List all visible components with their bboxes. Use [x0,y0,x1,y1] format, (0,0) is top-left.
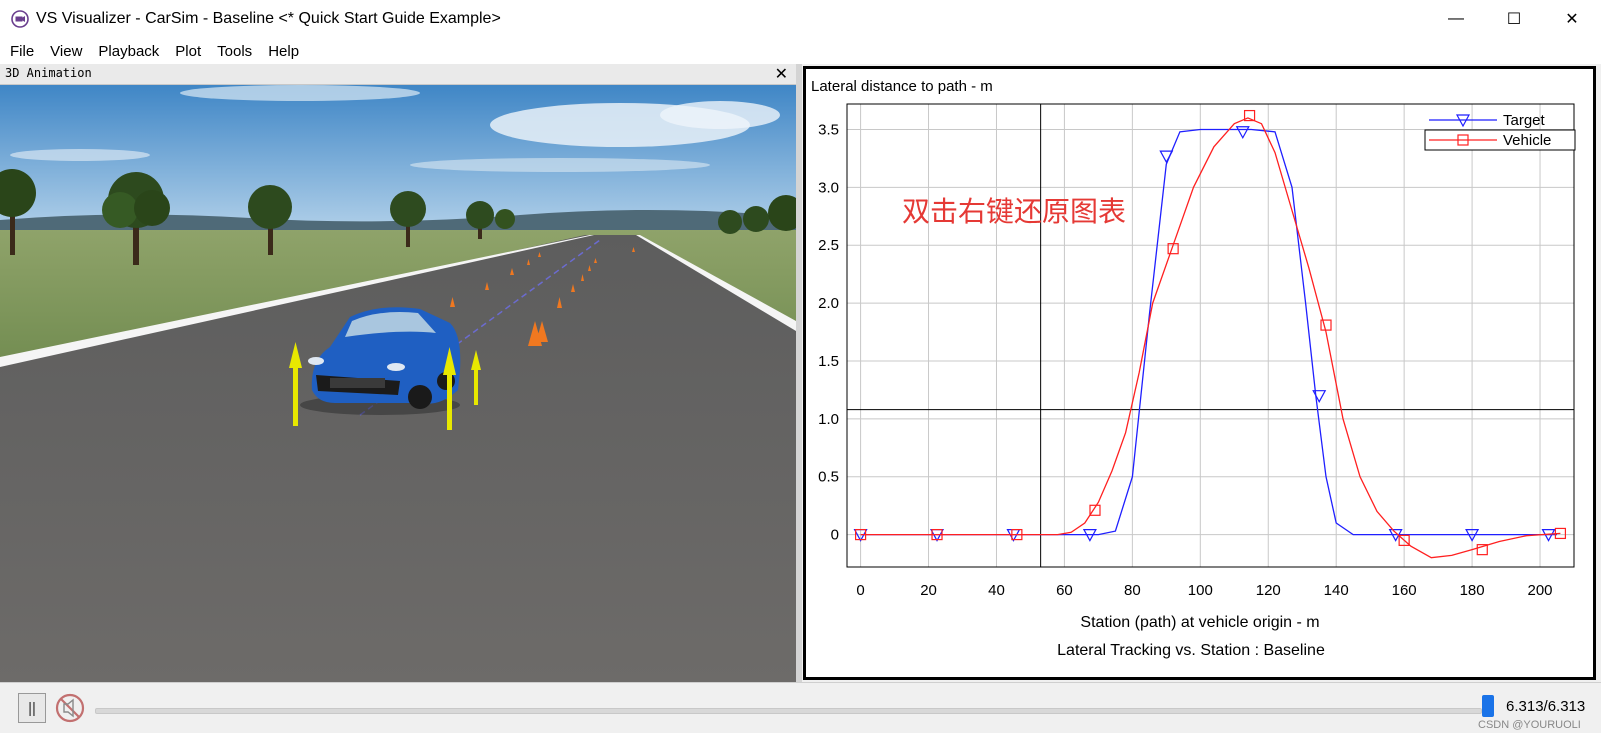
chart-legend[interactable]: Target Vehicle [1424,112,1576,151]
pane-splitter[interactable] [796,64,802,682]
x-tick-labels: 0 20 40 60 80 100 120 140 160 180 200 [856,582,1552,599]
window-title: VS Visualizer - CarSim - Baseline <* Qui… [36,10,501,27]
minimize-button[interactable]: — [1427,0,1485,38]
visualizer-app-icon [10,9,30,29]
y-tick-label: 1.5 [818,353,839,370]
chart-series [853,109,1567,559]
legend-label: Target [1503,112,1546,129]
menu-playback[interactable]: Playback [98,43,159,60]
chart-grid [847,104,1574,567]
x-tick-label: 120 [1256,582,1281,599]
mute-icon [55,693,85,723]
y-tick-label: 3.0 [818,179,839,196]
x-axis-label: Station (path) at vehicle origin - m [1080,614,1319,631]
chart-annotation: 双击右键还原图表 [902,195,1126,228]
y-tick-label: 2.5 [818,237,839,254]
time-readout: 6.313/6.313 [1506,698,1586,715]
mute-button[interactable] [54,692,86,724]
y-tick-label: 1.0 [818,411,839,428]
x-tick-label: 60 [1056,582,1073,599]
menu-plot[interactable]: Plot [175,43,201,60]
y-tick-label: 0 [831,527,839,544]
menu-view[interactable]: View [50,43,82,60]
playback-slider-thumb[interactable] [1482,695,1494,717]
series-vehicle [854,109,1567,559]
series-target [853,126,1557,542]
playback-track[interactable] [95,708,1482,714]
y-tick-labels: 0 0.5 1.0 1.5 2.0 2.5 3.0 3.5 [818,121,839,543]
x-tick-label: 40 [988,582,1005,599]
series-line-vehicle [860,117,1561,559]
menu-tools[interactable]: Tools [217,43,252,60]
title-bar: VS Visualizer - CarSim - Baseline <* Qui… [0,0,1601,38]
animation-panel-header: 3D Animation ✕ [0,64,796,85]
lateral-distance-chart[interactable]: Lateral distance to path - m 0 0.5 1.0 1.5 2… [806,69,1593,677]
chart-title: Lateral distance to path - m [811,78,993,95]
x-tick-label: 200 [1528,582,1553,599]
plot-panel[interactable]: Lateral distance to path - m 0 0.5 1.0 1.5 2… [803,66,1596,680]
menu-file[interactable]: File [10,43,34,60]
plot-area-frame [846,103,1575,568]
pause-icon: || [28,699,36,717]
3d-scene-viewport[interactable] [0,85,796,682]
menu-help[interactable]: Help [268,43,299,60]
playback-bar: || 6.313/6.313 CSDN @YOURUOLI [0,682,1601,733]
maximize-button[interactable]: ☐ [1485,0,1543,38]
x-tick-label: 0 [856,582,864,599]
animation-panel-close-button[interactable]: ✕ [775,64,788,84]
legend-label: Vehicle [1503,132,1551,149]
x-tick-label: 180 [1460,582,1485,599]
close-window-button[interactable]: ✕ [1543,0,1601,38]
x-tick-label: 100 [1188,582,1213,599]
data-point-target [1235,126,1250,140]
animation-panel-title: 3D Animation [5,66,92,80]
series-line-target [860,128,1557,536]
crosshair [847,104,1574,567]
x-tick-label: 20 [920,582,937,599]
x-tick-label: 140 [1324,582,1349,599]
x-tick-label: 160 [1392,582,1417,599]
pause-button[interactable]: || [18,693,46,723]
data-point-vehicle [1320,319,1332,331]
watermark-text: CSDN @YOURUOLI [1478,719,1581,731]
animation-panel: 3D Animation ✕ [0,64,796,682]
chart-caption: Lateral Tracking vs. Station : Baseline [1057,642,1325,659]
y-tick-label: 0.5 [818,469,839,486]
menu-bar: File View Playback Plot Tools Help [0,38,1601,64]
y-tick-label: 2.0 [818,295,839,312]
x-tick-label: 80 [1124,582,1141,599]
y-tick-label: 3.5 [818,121,839,138]
